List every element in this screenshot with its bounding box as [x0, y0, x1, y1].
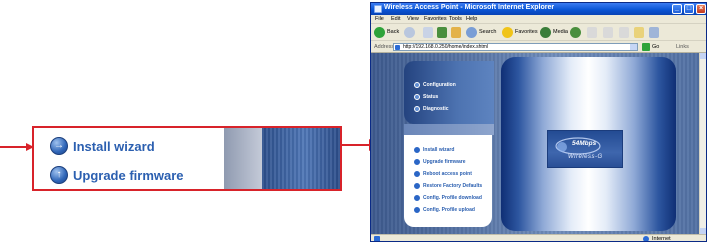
ie-icon: [374, 5, 382, 13]
back-label[interactable]: Back: [387, 29, 399, 35]
logo-brand-text: Wireless-G: [568, 154, 603, 160]
zoom-menu: → Install wizard ↑ Upgrade firmware: [34, 128, 224, 189]
zoom-install-wizard-link[interactable]: → Install wizard: [50, 137, 155, 155]
security-zone: Internet: [652, 236, 671, 242]
menu-edit[interactable]: Edit: [391, 16, 400, 22]
status-bar: Internet: [371, 234, 706, 242]
top-nav-panel: Configuration Status Diagnostic: [404, 61, 494, 124]
toolbar: Back Search Favorites Media: [371, 24, 706, 41]
print-icon[interactable]: [603, 27, 613, 38]
page-done-icon: [374, 236, 380, 241]
mail-icon[interactable]: [587, 27, 597, 38]
search-icon[interactable]: [466, 27, 477, 38]
nav-divider: [404, 124, 494, 135]
favorites-label[interactable]: Favorites: [515, 29, 538, 35]
edit-icon[interactable]: [619, 27, 629, 38]
restore-icon: [414, 183, 420, 189]
back-icon[interactable]: [374, 27, 385, 38]
menu-help[interactable]: Help: [466, 16, 477, 22]
upgrade-firmware-icon: [414, 159, 420, 165]
forward-icon[interactable]: [404, 27, 415, 38]
zoom-install-wizard-label: Install wizard: [73, 138, 155, 154]
content-panel: 54Mbps Wireless-G: [501, 57, 676, 231]
address-field[interactable]: http://192.168.0.250/home/index.shtml: [393, 43, 638, 51]
install-wizard-icon: [414, 147, 420, 153]
page-viewport: Configuration Status Diagnostic Install …: [371, 53, 706, 234]
nav-restore-label: Restore Factory Defaults: [423, 183, 483, 189]
menu-favorites[interactable]: Favorites: [424, 16, 447, 22]
minimize-button[interactable]: _: [672, 4, 682, 14]
zoom-callout: → Install wizard ↑ Upgrade firmware: [32, 126, 342, 191]
nav-configuration[interactable]: Configuration: [414, 82, 456, 88]
page-icon: [395, 45, 400, 50]
nav-status[interactable]: Status: [414, 94, 438, 100]
scroll-up-icon[interactable]: [700, 53, 706, 59]
nav-diagnostic[interactable]: Diagnostic: [414, 106, 449, 112]
address-url[interactable]: http://192.168.0.250/home/index.shtml: [403, 44, 488, 50]
nav-status-label: Status: [423, 94, 439, 100]
nav-install-wizard[interactable]: Install wizard: [414, 147, 454, 153]
nav-profile-download-label: Config. Profile download: [423, 195, 482, 201]
diagnostic-icon: [414, 106, 420, 112]
configuration-icon: [414, 82, 420, 88]
go-button[interactable]: Go: [652, 44, 659, 50]
status-icon: [414, 94, 420, 100]
history-icon[interactable]: [570, 27, 581, 38]
menu-tools[interactable]: Tools: [449, 16, 462, 22]
nav-reboot-label: Reboot access point: [423, 171, 472, 177]
favorites-star-icon[interactable]: [502, 27, 513, 38]
left-pointer-arrow: [0, 143, 34, 151]
media-icon[interactable]: [540, 27, 551, 38]
upload-icon: [414, 207, 420, 213]
logo-swoosh-icon: [555, 137, 601, 155]
window-title: Wireless Access Point - Microsoft Intern…: [384, 4, 555, 11]
zoom-upgrade-firmware-label: Upgrade firmware: [73, 167, 184, 183]
close-button[interactable]: ×: [696, 4, 706, 14]
refresh-icon[interactable]: [437, 27, 447, 38]
nav-upgrade-firmware[interactable]: Upgrade firmware: [414, 159, 466, 165]
vertical-scrollbar[interactable]: [699, 53, 706, 234]
nav-profile-upload-label: Config. Profile upload: [423, 207, 475, 213]
product-logo: 54Mbps Wireless-G: [547, 130, 623, 168]
nav-profile-download[interactable]: Config. Profile download: [414, 195, 482, 201]
up-arrow-icon: ↑: [50, 166, 68, 184]
globe-icon: [643, 236, 649, 241]
menu-bar: File Edit View Favorites Tools Help: [371, 15, 706, 24]
search-label[interactable]: Search: [479, 29, 496, 35]
menu-view[interactable]: View: [407, 16, 419, 22]
messenger-icon[interactable]: [649, 27, 659, 38]
nav-install-wizard-label: Install wizard: [423, 147, 455, 153]
address-bar: Address http://192.168.0.250/home/index.…: [371, 41, 706, 53]
discuss-icon[interactable]: [634, 27, 644, 38]
go-arrow-icon[interactable]: [642, 43, 650, 51]
zoom-content-panel: [262, 128, 340, 189]
stop-icon[interactable]: [423, 27, 433, 38]
maximize-button[interactable]: □: [684, 4, 694, 14]
menu-file[interactable]: File: [375, 16, 384, 22]
nav-configuration-label: Configuration: [423, 82, 456, 88]
nav-upgrade-firmware-label: Upgrade firmware: [423, 159, 466, 165]
nav-profile-upload[interactable]: Config. Profile upload: [414, 207, 475, 213]
logo-speed-text: 54Mbps: [572, 140, 597, 147]
home-icon[interactable]: [451, 27, 461, 38]
nav-restore-defaults[interactable]: Restore Factory Defaults: [414, 183, 482, 189]
address-label: Address: [374, 44, 395, 50]
zoom-upgrade-firmware-link[interactable]: ↑ Upgrade firmware: [50, 166, 184, 184]
bottom-nav-panel: Install wizard Upgrade firmware Reboot a…: [404, 135, 492, 227]
browser-window: Wireless Access Point - Microsoft Intern…: [370, 2, 707, 242]
links-button[interactable]: Links: [676, 44, 689, 50]
reboot-icon: [414, 171, 420, 177]
arrow-icon: →: [50, 137, 68, 155]
nav-reboot-access-point[interactable]: Reboot access point: [414, 171, 472, 177]
zoom-divider-stripe: [224, 128, 262, 189]
download-icon: [414, 195, 420, 201]
chevron-down-icon[interactable]: [630, 44, 637, 50]
title-bar: Wireless Access Point - Microsoft Intern…: [371, 3, 706, 15]
media-label[interactable]: Media: [553, 29, 568, 35]
nav-diagnostic-label: Diagnostic: [423, 106, 449, 112]
instruction-figure: → Install wizard ↑ Upgrade firmware Wire…: [0, 0, 709, 244]
